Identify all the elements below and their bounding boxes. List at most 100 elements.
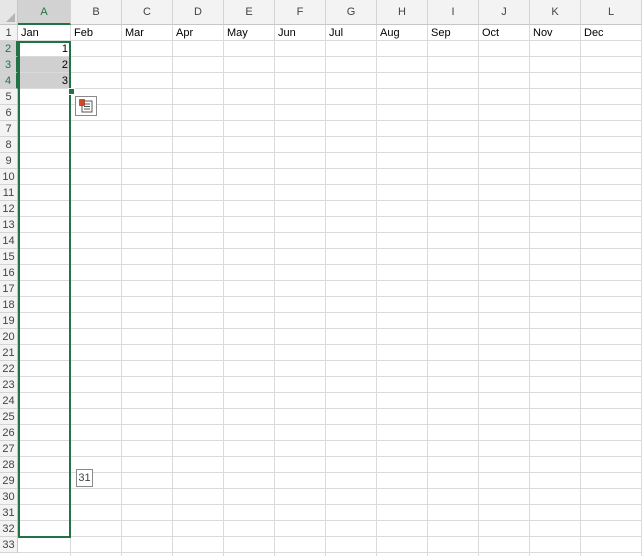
- row-header-4[interactable]: 4: [0, 73, 18, 89]
- row-header-23[interactable]: 23: [0, 377, 18, 393]
- cell-e1[interactable]: May: [227, 25, 248, 41]
- cell-a1[interactable]: Jan: [21, 25, 39, 41]
- gridline-horizontal: [18, 296, 642, 297]
- cell-l1[interactable]: Dec: [584, 25, 604, 41]
- gridline-horizontal: [18, 536, 642, 537]
- gridline-horizontal: [18, 520, 642, 521]
- cell-k1[interactable]: Nov: [533, 25, 553, 41]
- column-header-a[interactable]: A: [18, 0, 71, 25]
- spreadsheet-grid[interactable]: ABCDEFGHIJKL 1 2 3 4 5 6 7 8 9 10 11 12 13 14 15 16 17 18…: [0, 0, 642, 556]
- auto-fill-options-button[interactable]: [75, 96, 97, 116]
- column-header-g[interactable]: G: [326, 0, 377, 25]
- row-header-1[interactable]: 1: [0, 25, 18, 41]
- gridline-horizontal: [18, 168, 642, 169]
- row-header-13[interactable]: 13: [0, 217, 18, 233]
- gridline-horizontal: [18, 280, 642, 281]
- row-header-21[interactable]: 21: [0, 345, 18, 361]
- row-header-29[interactable]: 29: [0, 473, 18, 489]
- cell-a2[interactable]: 1: [19, 41, 68, 57]
- row-header-28[interactable]: 28: [0, 457, 18, 473]
- gridline-horizontal: [18, 472, 642, 473]
- gridline-horizontal: [18, 424, 642, 425]
- gridline-horizontal: [18, 552, 642, 553]
- row-header-20[interactable]: 20: [0, 329, 18, 345]
- column-header-f[interactable]: F: [275, 0, 326, 25]
- gridline-horizontal: [18, 360, 642, 361]
- gridline-horizontal: [18, 344, 642, 345]
- cell-f1[interactable]: Jun: [278, 25, 296, 41]
- row-header-32[interactable]: 32: [0, 521, 18, 537]
- column-header-l[interactable]: L: [581, 0, 642, 25]
- row-header-14[interactable]: 14: [0, 233, 18, 249]
- gridline-horizontal: [18, 264, 642, 265]
- column-header-e[interactable]: E: [224, 0, 275, 25]
- gridline-horizontal: [18, 312, 642, 313]
- gridline-horizontal: [18, 232, 642, 233]
- row-header-10[interactable]: 10: [0, 169, 18, 185]
- row-header-3[interactable]: 3: [0, 57, 18, 73]
- fill-handle[interactable]: [68, 88, 75, 95]
- row-header-7[interactable]: 7: [0, 121, 18, 137]
- row-header-12[interactable]: 12: [0, 201, 18, 217]
- select-all-triangle-icon: [6, 13, 15, 22]
- select-all-corner[interactable]: [0, 0, 18, 25]
- row-header-19[interactable]: 19: [0, 313, 18, 329]
- gridline-horizontal: [18, 440, 642, 441]
- gridline-horizontal: [18, 184, 642, 185]
- cell-a3[interactable]: 2: [19, 57, 68, 73]
- gridline-horizontal: [18, 328, 642, 329]
- row-header-27[interactable]: 27: [0, 441, 18, 457]
- row-header-6[interactable]: 6: [0, 105, 18, 121]
- gridline-horizontal: [18, 72, 642, 73]
- column-header-k[interactable]: K: [530, 0, 581, 25]
- row-header-8[interactable]: 8: [0, 137, 18, 153]
- row-header-2[interactable]: 2: [0, 41, 18, 57]
- row-header-25[interactable]: 25: [0, 409, 18, 425]
- cell-b1[interactable]: Feb: [74, 25, 93, 41]
- row-header-17[interactable]: 17: [0, 281, 18, 297]
- gridline-horizontal: [18, 136, 642, 137]
- row-header-11[interactable]: 11: [0, 185, 18, 201]
- cell-i1[interactable]: Sep: [431, 25, 451, 41]
- row-header-30[interactable]: 30: [0, 489, 18, 505]
- autofill-value-tooltip: 31: [76, 469, 93, 487]
- column-header-b[interactable]: B: [71, 0, 122, 25]
- gridline-horizontal: [18, 104, 642, 105]
- column-header-d[interactable]: D: [173, 0, 224, 25]
- cell-h1[interactable]: Aug: [380, 25, 400, 41]
- row-header-24[interactable]: 24: [0, 393, 18, 409]
- cell-j1[interactable]: Oct: [482, 25, 499, 41]
- row-header-31[interactable]: 31: [0, 505, 18, 521]
- gridline-horizontal: [18, 248, 642, 249]
- row-header-33[interactable]: 33: [0, 537, 18, 553]
- cell-d1[interactable]: Apr: [176, 25, 193, 41]
- gridline-horizontal: [18, 408, 642, 409]
- row-header-9[interactable]: 9: [0, 153, 18, 169]
- gridline-horizontal: [18, 120, 642, 121]
- selection-border: [18, 41, 71, 538]
- gridline-horizontal: [18, 152, 642, 153]
- gridline-horizontal: [18, 200, 642, 201]
- column-header-i[interactable]: I: [428, 0, 479, 25]
- row-header-16[interactable]: 16: [0, 265, 18, 281]
- gridline-horizontal: [18, 392, 642, 393]
- row-header-22[interactable]: 22: [0, 361, 18, 377]
- gridline-horizontal: [18, 376, 642, 377]
- cell-c1[interactable]: Mar: [125, 25, 144, 41]
- gridline-horizontal: [18, 504, 642, 505]
- gridline-horizontal: [18, 56, 642, 57]
- column-header-j[interactable]: J: [479, 0, 530, 25]
- auto-fill-options-icon: [79, 99, 93, 113]
- row-header-18[interactable]: 18: [0, 297, 18, 313]
- row-header-15[interactable]: 15: [0, 249, 18, 265]
- cell-a4[interactable]: 3: [19, 73, 68, 89]
- column-header-c[interactable]: C: [122, 0, 173, 25]
- cell-g1[interactable]: Jul: [329, 25, 343, 41]
- gridline-horizontal: [18, 216, 642, 217]
- gridline-horizontal: [18, 488, 642, 489]
- row-header-26[interactable]: 26: [0, 425, 18, 441]
- gridline-horizontal: [18, 456, 642, 457]
- column-header-h[interactable]: H: [377, 0, 428, 25]
- gridline-horizontal: [18, 88, 642, 89]
- row-header-5[interactable]: 5: [0, 89, 18, 105]
